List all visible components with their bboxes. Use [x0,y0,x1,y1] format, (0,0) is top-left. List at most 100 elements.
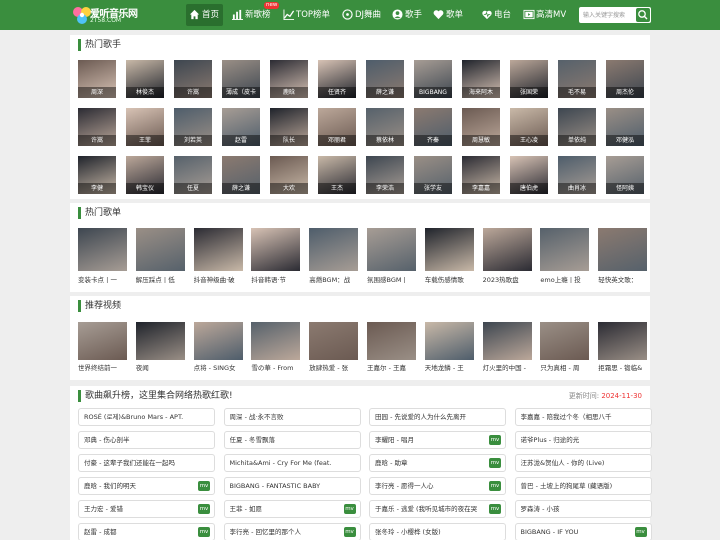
song-item[interactable]: BIGBANG - FANTASTIC BABY [223,477,361,495]
nav-top-charts[interactable]: TOP榜单 [280,4,335,26]
singer-card[interactable]: 海来阿木 [462,60,500,98]
singer-card[interactable]: 任夏 [174,156,212,194]
song-item[interactable]: 王力宏 - 爱错 mv [78,500,215,518]
playlist-card[interactable]: 解压踩点丨低 [135,228,185,285]
mv-badge[interactable]: mv [198,527,210,537]
singer-card[interactable]: 怪阿姨 [606,156,644,194]
singer-card[interactable]: 王心凌 [510,108,548,146]
singer-card[interactable]: 王杰 [318,156,356,194]
singer-card[interactable]: 林俊杰 [126,60,164,98]
mv-badge[interactable]: mv [198,481,210,491]
singer-card[interactable]: 周深 [78,60,116,98]
video-card[interactable]: 世界终结前一 [78,322,127,373]
song-item[interactable]: 鹿晗 - 我们的明天 mv [78,477,215,495]
video-card[interactable]: 点将 - SING女 [193,322,243,373]
song-item[interactable]: 李行亮 - 回忆里的那个人 mv [223,523,361,540]
nav-hd-mv[interactable]: 高清MV [520,4,572,26]
mv-badge[interactable]: mv [489,481,501,491]
song-item[interactable]: 鹿晗 - 助章 mv [369,454,506,472]
mv-badge[interactable]: mv [489,458,501,468]
singer-card[interactable]: 曲肖冰 [558,156,596,194]
singer-card[interactable]: 邓健泓 [606,108,644,146]
search-input[interactable] [579,7,635,23]
singer-card[interactable]: 任贤齐 [318,60,356,98]
nav-dj[interactable]: DJ舞曲 [339,4,385,26]
singer-card[interactable]: BIGBANG [414,60,452,98]
singer-card[interactable]: 鹿晗 [270,60,308,98]
playlist-card[interactable]: 高燃BGM：战 [309,228,359,285]
singer-card[interactable]: 许嵩 [78,108,116,146]
singer-card[interactable]: 邓丽君 [318,108,356,146]
mv-badge[interactable]: mv [489,435,501,445]
singer-card[interactable]: 毛不易 [558,60,596,98]
song-item[interactable]: 付豪 - 这辈子我们还能在一起吗 [78,454,215,472]
singer-card[interactable]: 齐秦 [414,108,452,146]
nav-radio[interactable]: 电台 [478,4,514,26]
video-card[interactable]: 雪の華 - From [251,322,301,373]
singer-card[interactable]: 王菲 [126,108,164,146]
song-item[interactable]: ROSÉ (로제)&Bruno Mars - APT. [78,408,215,426]
video-card[interactable]: 夜闻 [135,322,185,373]
mv-badge[interactable]: mv [343,504,356,514]
search-icon[interactable] [636,8,650,22]
singer-card[interactable]: 唐伯虎 [510,156,548,194]
playlist-card[interactable]: 2023热歌盘 [482,228,532,285]
singer-card[interactable]: 薛之谦 [222,156,260,194]
playlist-card[interactable]: 抖音韩语·节 [251,228,301,285]
song-item[interactable]: 田园 - 先说爱的人为什么先离开 [369,408,506,426]
singer-card[interactable]: 周慧敏 [462,108,500,146]
song-item[interactable]: 张冬玲 - 小樱桦 (女版) [369,523,506,540]
song-item[interactable]: 于嘉乐 - 逃爱 (我听见城市的夜在哭 mv [369,500,506,518]
singer-card[interactable]: 张国荣 [510,60,548,98]
song-item[interactable]: 罗森涛 - 小孩 [514,500,652,518]
song-item[interactable]: 周深 - 战·永不言败 [223,408,361,426]
song-item[interactable]: 王菲 - 如愿 mv [223,500,361,518]
singer-card[interactable]: 韩宝仪 [126,156,164,194]
video-card[interactable]: 拒霜思 - 锻临& [598,322,648,373]
singer-card[interactable]: 张学友 [414,156,452,194]
nav-singers[interactable]: 歌手 [389,4,425,26]
nav-home[interactable]: 首页 [186,4,223,26]
singer-card[interactable]: 薄成（皮卡 [222,60,260,98]
playlist-card[interactable]: 氛围感BGM丨 [367,228,416,285]
singer-card[interactable]: 李荣浩 [366,156,404,194]
playlist-card[interactable]: emo上瘾丨投 [540,228,590,285]
singer-card[interactable]: 单依纯 [558,108,596,146]
singer-card[interactable]: 许嵩 [174,60,212,98]
playlist-card[interactable]: 变装卡点丨一 [78,228,127,285]
song-item[interactable]: 赵雷 - 成都 mv [78,523,215,540]
song-item[interactable]: 任夏 - 冬雪飘落 [223,431,361,449]
singer-card[interactable]: 蔡依林 [366,108,404,146]
video-card[interactable]: 只为真相 - 周 [540,322,590,373]
video-card[interactable]: 放肆热爱 - 张 [309,322,359,373]
mv-badge[interactable]: mv [198,504,210,514]
singer-card[interactable]: 薛之谦 [366,60,404,98]
video-card[interactable]: 天地龙鳞 - 王 [424,322,474,373]
song-item[interactable]: 诺爷Plus - 归途的光 [514,431,652,449]
mv-badge[interactable]: mv [343,527,356,537]
playlist-card[interactable]: 轻快英文歌： [598,228,648,285]
song-item[interactable]: 邓典 - 伤心剖半 [78,431,215,449]
playlist-card[interactable]: 抖音神级曲·破 [193,228,243,285]
song-item[interactable]: BIGBANG - IF YOU mv [514,523,652,540]
singer-card[interactable]: 周杰伦 [606,60,644,98]
video-card[interactable]: 灯火里的中国 - [482,322,532,373]
song-item[interactable]: 李嘉嘉 - 陪我过个冬（相思八千 [514,408,652,426]
song-item[interactable]: 曾巴 - 土坡上的狗尾草 (藏语版) [514,477,652,495]
video-card[interactable]: 王嘉尔 - 王嘉 [367,322,416,373]
mv-badge[interactable]: mv [634,527,647,537]
song-item[interactable]: 汪苏泷&贺仙人 - 你的 (Live) [514,454,652,472]
song-item[interactable]: 李耀阳 - 唱月 mv [369,431,506,449]
mv-badge[interactable]: mv [489,504,501,514]
nav-playlists[interactable]: 歌单 [430,4,467,26]
singer-card[interactable]: 队长 [270,108,308,146]
song-item[interactable]: 李行亮 - 愿得一人心 mv [369,477,506,495]
singer-card[interactable]: 赵雷 [222,108,260,146]
singer-card[interactable]: 大欢 [270,156,308,194]
singer-card[interactable]: 刘若英 [174,108,212,146]
singer-card[interactable]: 李嘉嘉 [462,156,500,194]
song-item[interactable]: Michita&Ami - Cry For Me (feat. [223,454,361,472]
singer-card[interactable]: 李健 [78,156,116,194]
site-logo[interactable]: 爱听音乐网 2T58.COM [72,4,162,26]
playlist-card[interactable]: 车载伤感情歌 [424,228,474,285]
